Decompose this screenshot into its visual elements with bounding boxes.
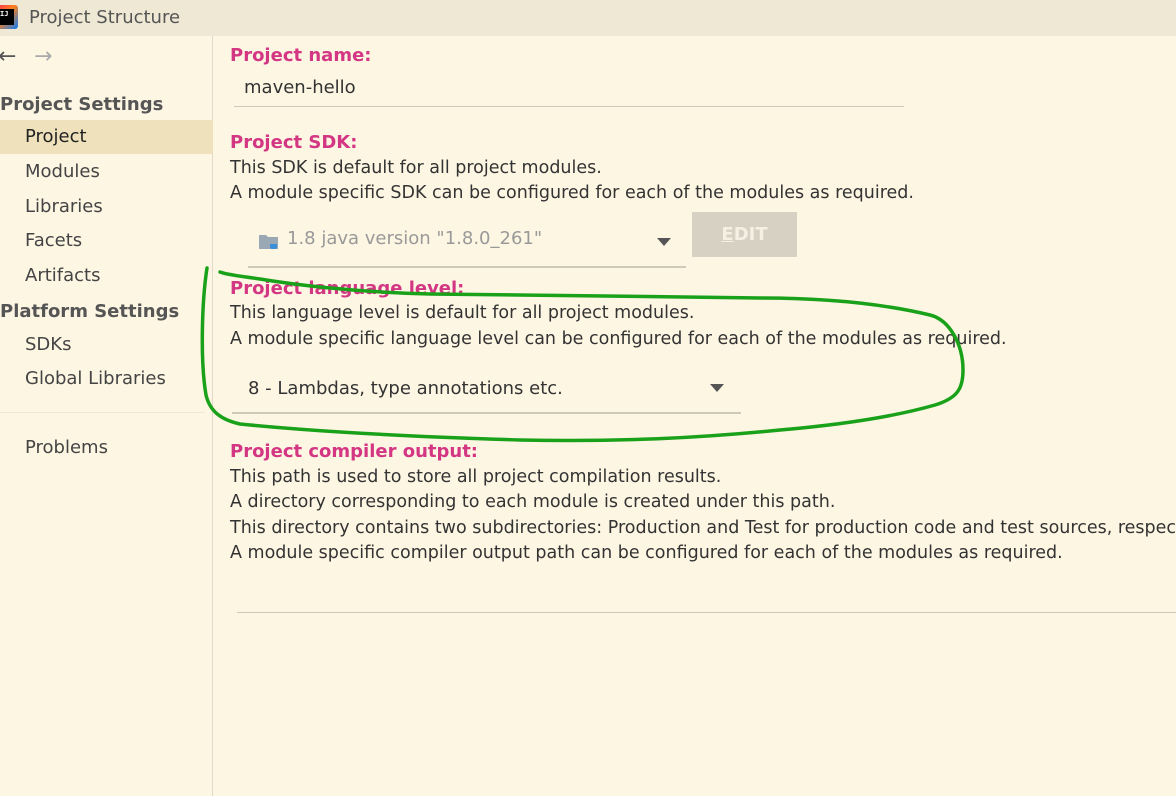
compiler-output-desc-1: This path is used to store all project c… (230, 467, 722, 487)
compiler-output-path-input[interactable] (237, 612, 1176, 613)
language-level-desc-1: This language level is default for all p… (230, 303, 695, 323)
back-arrow-icon[interactable]: ← (0, 46, 16, 68)
edit-sdk-button[interactable]: E DIT (692, 212, 797, 257)
sidebar-item-global-libraries[interactable]: Global Libraries (0, 362, 213, 396)
project-name-underline (234, 106, 904, 107)
sidebar-item-facets[interactable]: Facets (0, 224, 213, 258)
project-settings-header: Project Settings (0, 94, 164, 115)
project-name-input[interactable]: maven-hello (244, 77, 356, 98)
project-sdk-desc-2: A module specific SDK can be configured … (230, 183, 914, 203)
forward-arrow-icon[interactable]: → (34, 46, 52, 68)
sidebar-item-libraries[interactable]: Libraries (0, 190, 213, 224)
project-sdk-value: 1.8 java version "1.8.0_261" (287, 228, 543, 249)
platform-settings-header: Platform Settings (0, 301, 180, 322)
window-title: Project Structure (29, 7, 181, 28)
sidebar-item-problems[interactable]: Problems (0, 431, 213, 465)
title-bar: IJ Project Structure (0, 0, 1176, 36)
chevron-down-icon (710, 384, 724, 392)
compiler-output-desc-3: This directory contains two subdirectori… (230, 518, 1176, 538)
project-sdk-label: Project SDK: (230, 132, 358, 153)
sidebar-item-project[interactable]: Project (0, 120, 213, 154)
language-level-dropdown[interactable]: 8 - Lambdas, type annotations etc. (232, 366, 741, 414)
compiler-output-label: Project compiler output: (230, 441, 479, 462)
app-icon-text: IJ (0, 9, 14, 25)
project-settings-panel: Project name: maven-hello Project SDK: T… (214, 36, 1176, 796)
sidebar-item-artifacts[interactable]: Artifacts (0, 259, 213, 293)
edit-label-rest: DIT (733, 224, 768, 245)
language-level-value: 8 - Lambdas, type annotations etc. (248, 378, 563, 399)
project-sdk-desc-1: This SDK is default for all project modu… (230, 158, 602, 178)
sidebar-item-modules[interactable]: Modules (0, 155, 213, 189)
chevron-down-icon (657, 238, 671, 246)
edit-mnemonic: E (721, 224, 734, 245)
sidebar-divider (0, 412, 205, 413)
compiler-output-desc-2: A directory corresponding to each module… (230, 492, 836, 512)
compiler-output-desc-4: A module specific compiler output path c… (230, 543, 1063, 563)
language-level-desc-2: A module specific language level can be … (230, 329, 1007, 349)
sidebar: ← → Project Settings Project Modules Lib… (0, 36, 213, 796)
project-sdk-dropdown[interactable]: 1.8 java version "1.8.0_261" (248, 222, 686, 268)
sidebar-item-sdks[interactable]: SDKs (0, 328, 213, 362)
project-name-label: Project name: (230, 45, 372, 66)
language-level-label: Project language level: (230, 278, 465, 299)
sdk-folder-icon (259, 235, 278, 249)
intellij-app-icon: IJ (0, 5, 18, 29)
